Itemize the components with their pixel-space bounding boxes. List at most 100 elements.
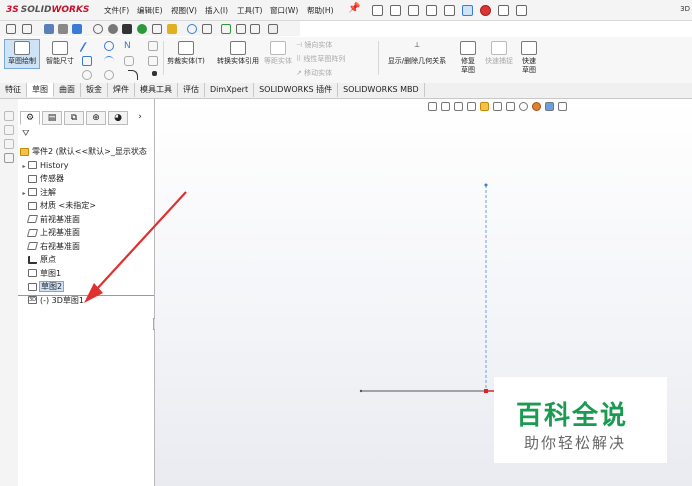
- ellipse-icon[interactable]: [124, 56, 134, 66]
- expand-arrow-icon[interactable]: ▸: [20, 187, 28, 201]
- hide-show-items-icon[interactable]: [519, 102, 528, 111]
- toolbar-icon-11[interactable]: [167, 24, 177, 34]
- tree-item-history[interactable]: ▸ History: [20, 159, 154, 173]
- tree-item-sketch1[interactable]: 草图1: [20, 267, 154, 281]
- tab-surfaces[interactable]: 曲面: [54, 83, 81, 97]
- display-manager-tab-icon[interactable]: ◕: [108, 111, 128, 125]
- toolbar-icon-1[interactable]: [6, 24, 16, 34]
- select-icon[interactable]: [462, 4, 473, 16]
- line-endpoint[interactable]: [359, 389, 363, 393]
- property-manager-tab-icon[interactable]: ▤: [42, 111, 62, 125]
- toolbar-icon-4[interactable]: [58, 24, 68, 34]
- strip-icon-2[interactable]: [4, 125, 14, 135]
- tab-dimxpert[interactable]: DimXpert: [205, 83, 255, 97]
- menu-help[interactable]: 帮助(H): [307, 5, 334, 16]
- feature-manager-tab-icon[interactable]: ⚙: [20, 111, 40, 125]
- slot-icon[interactable]: [82, 70, 92, 80]
- fillet-icon[interactable]: [128, 70, 138, 80]
- menu-window[interactable]: 窗口(W): [270, 5, 298, 16]
- display-style-icon[interactable]: [506, 102, 515, 111]
- tab-features[interactable]: 特征: [0, 83, 27, 97]
- tab-evaluate[interactable]: 评估: [178, 83, 205, 97]
- toolbar-icon-15[interactable]: [236, 24, 246, 34]
- circle-icon[interactable]: [104, 41, 114, 51]
- menu-edit[interactable]: 编辑(E): [137, 5, 163, 16]
- options-gear-icon[interactable]: [516, 4, 527, 16]
- open-document-icon[interactable]: [390, 4, 401, 16]
- apply-scene-icon[interactable]: [545, 102, 554, 111]
- strip-icon-1[interactable]: [4, 111, 14, 121]
- panel-expand-icon[interactable]: ›: [130, 111, 150, 125]
- mirror-entities-button[interactable]: ⊣ 镜向实体: [296, 40, 332, 50]
- spline-icon[interactable]: N: [124, 41, 134, 51]
- move-entities-button[interactable]: ↗ 移动实体: [296, 68, 332, 78]
- menu-file[interactable]: 文件(F): [104, 5, 129, 16]
- toolbar-icon-13[interactable]: [202, 24, 212, 34]
- polygon-icon[interactable]: [148, 56, 158, 66]
- expand-arrow-icon[interactable]: ▸: [20, 160, 28, 174]
- line-icon[interactable]: [79, 42, 93, 52]
- rectangle-icon[interactable]: [82, 56, 92, 66]
- tab-mold-tools[interactable]: 模具工具: [135, 83, 178, 97]
- tab-solidworks-addins[interactable]: SOLIDWORKS 插件: [254, 83, 339, 97]
- tree-item-material[interactable]: 材质 <未指定>: [20, 199, 154, 213]
- tab-weldments[interactable]: 焊件: [108, 83, 135, 97]
- trim-entities-button[interactable]: 剪裁实体(T): [164, 41, 208, 66]
- toolbar-icon-5[interactable]: [72, 24, 82, 34]
- show-delete-relations-button[interactable]: ⊥ 显示/删除几何关系: [382, 41, 452, 66]
- filter-icon[interactable]: ⛛: [22, 129, 30, 139]
- toolbar-icon-12[interactable]: [187, 24, 197, 34]
- tree-item-origin[interactable]: 原点: [20, 253, 154, 267]
- toolbar-icon-8[interactable]: [122, 24, 132, 34]
- configuration-manager-tab-icon[interactable]: ⧉: [64, 111, 84, 125]
- previous-view-icon[interactable]: [454, 102, 463, 111]
- rollback-bar[interactable]: [18, 295, 154, 296]
- tab-solidworks-mbd[interactable]: SOLIDWORKS MBD: [338, 83, 425, 97]
- strip-icon-3[interactable]: [4, 139, 14, 149]
- smart-dimension-button[interactable]: 智能尺寸: [42, 41, 78, 66]
- point-icon[interactable]: [104, 70, 114, 80]
- toolbar-icon-10[interactable]: [152, 24, 162, 34]
- centerline-endpoint[interactable]: [484, 183, 488, 187]
- toolbar-icon-7[interactable]: [108, 24, 118, 34]
- tree-item-sensors[interactable]: 传感器: [20, 172, 154, 186]
- zoom-to-fit-icon[interactable]: [428, 102, 437, 111]
- zoom-to-area-icon[interactable]: [441, 102, 450, 111]
- menu-tools[interactable]: 工具(T): [237, 5, 262, 16]
- toolbar-icon-6[interactable]: [93, 24, 103, 34]
- tree-item-annotations[interactable]: ▸ 注解: [20, 186, 154, 200]
- tree-item-right-plane[interactable]: 右视基准面: [20, 240, 154, 254]
- tab-sheet-metal[interactable]: 钣金: [81, 83, 108, 97]
- arc-icon[interactable]: [104, 56, 114, 66]
- strip-icon-4[interactable]: [4, 153, 14, 163]
- linear-pattern-button[interactable]: ⠿ 线性草图阵列: [296, 54, 345, 64]
- toolbar-icon-17[interactable]: [268, 24, 278, 34]
- rebuild-icon[interactable]: [480, 4, 491, 16]
- print-icon[interactable]: [426, 4, 437, 16]
- tree-item-sketch2[interactable]: 草图2: [20, 280, 154, 294]
- pin-menu-icon[interactable]: 📌: [348, 3, 360, 14]
- menu-view[interactable]: 视图(V): [171, 5, 197, 16]
- save-icon[interactable]: [408, 4, 419, 16]
- dimxpert-tab-icon[interactable]: ⊕: [86, 111, 106, 125]
- tree-item-front-plane[interactable]: 前视基准面: [20, 213, 154, 227]
- rapid-sketch-button[interactable]: 快速草图: [514, 41, 544, 75]
- plane-icon[interactable]: [152, 71, 157, 76]
- file-properties-icon[interactable]: [498, 4, 509, 16]
- toolbar-icon-16[interactable]: [250, 24, 260, 34]
- dynamic-annotation-icon[interactable]: [480, 102, 489, 111]
- repair-sketch-button[interactable]: 修复草图: [454, 41, 482, 75]
- edit-appearance-icon[interactable]: [532, 102, 541, 111]
- toolbar-icon-14[interactable]: [221, 24, 231, 34]
- section-view-icon[interactable]: [467, 102, 476, 111]
- new-document-icon[interactable]: [372, 4, 383, 16]
- undo-icon[interactable]: [444, 4, 455, 16]
- view-orientation-icon[interactable]: [493, 102, 502, 111]
- offset-entities-button[interactable]: 等距实体: [264, 41, 292, 66]
- toolbar-icon-2[interactable]: [22, 24, 32, 34]
- toolbar-icon-3[interactable]: [44, 24, 54, 34]
- convert-entities-button[interactable]: 转换实体引用: [212, 41, 264, 66]
- quick-snaps-button[interactable]: 快速捕捉: [485, 41, 513, 66]
- text-icon[interactable]: [148, 41, 158, 51]
- tree-item-top-plane[interactable]: 上视基准面: [20, 226, 154, 240]
